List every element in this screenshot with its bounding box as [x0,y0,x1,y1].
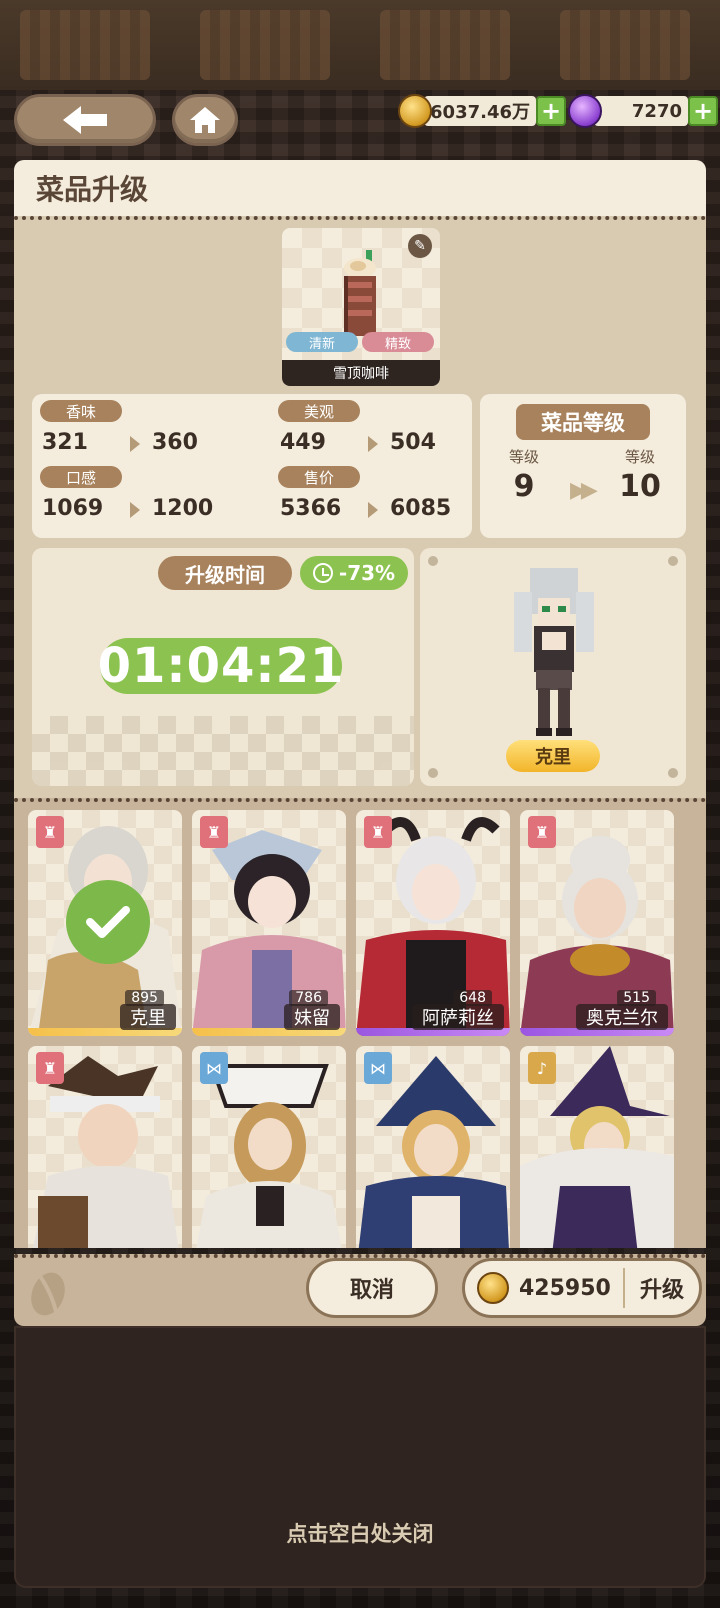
chef-card[interactable]: ♜ [28,1046,182,1248]
bowtie-icon: ⋈ [364,1052,392,1084]
stat-label: 口感 [40,466,122,488]
background-shop-stalls [0,0,720,90]
stat-to: 504 [390,430,436,455]
add-gold-button[interactable]: + [536,96,566,126]
clock-icon [312,563,333,583]
decorative-pattern [32,716,414,786]
chef-card[interactable]: ♜ 895 克里 [28,810,182,1036]
chef-name: 阿萨莉丝 [412,1004,504,1030]
stat-to: 1200 [152,496,214,521]
upgrade-button[interactable]: 425950 升级 [462,1258,702,1318]
stat-aroma: 香味 321 360 [32,394,232,464]
chef-card[interactable]: ♜ 648 阿萨莉丝 [356,810,510,1036]
gold-coin-icon [398,94,432,128]
level-label: 等级 [508,448,539,466]
back-arrow-icon [63,106,107,134]
gold-amount: 6037.46万 [424,96,536,126]
time-discount: -73% [338,561,396,585]
upgrade-time-label: 升级时间 [158,556,292,590]
dish-card[interactable]: ✎ 清新 精致 雪顶咖啡 [282,228,440,386]
stat-to: 6085 [390,496,452,521]
stat-appearance: 美观 449 504 [270,394,470,464]
arrow-right-icon [368,436,378,452]
level-current: 等级 9 [494,446,554,504]
timer-value: 01:04:21 [97,638,345,694]
gold-currency: 6037.46万 + [398,94,566,128]
chef-selection-grid: ♜ 895 克里 ♜ 786 妹留 ♜ 648 阿萨莉丝 ♜ 515 奥克兰尔 … [14,798,706,1248]
dish-level-title: 菜品等级 [516,404,650,440]
stat-label: 香味 [40,400,122,422]
empty-area[interactable] [14,1326,706,1588]
chef-name: 克里 [120,1004,176,1030]
chef-hat-icon: ♜ [36,816,64,848]
chef-card[interactable]: ♜ 786 妹留 [192,810,346,1036]
chef-hat-icon: ♜ [200,816,228,848]
close-hint[interactable]: 点击空白处关闭 [0,1518,720,1548]
chef-card[interactable]: ⋈ [192,1046,346,1248]
bowtie-icon: ⋈ [200,1052,228,1084]
chef-name: 奥克兰尔 [576,1004,668,1030]
pencil-icon[interactable]: ✎ [408,234,432,258]
arrow-right-icon [368,502,378,518]
dish-level: 菜品等级 等级 9 ▶▶ 等级 10 [480,394,686,538]
dish-tag-fresh: 清新 [286,332,358,352]
chef-card[interactable]: ♜ 515 奥克兰尔 [520,810,674,1036]
coffee-bean-icon [31,1272,65,1316]
gem-icon [568,94,602,128]
gem-amount: 7270 [594,96,688,126]
chef-card[interactable]: ♪ [520,1046,674,1248]
chef-card[interactable]: ⋈ [356,1046,510,1248]
stat-from: 321 [42,430,88,455]
stat-to: 360 [152,430,198,455]
snow-top-coffee-icon [344,250,376,336]
chef-hat-icon: ♜ [36,1052,64,1084]
upgrade-timer: 升级时间 -73% 01:04:21 [32,548,414,786]
chef-name: 妹留 [284,1004,340,1030]
home-button[interactable] [172,94,238,146]
level-label: 等级 [624,448,655,466]
double-arrow-icon: ▶▶ [570,478,598,503]
checkmark-icon [66,880,150,964]
dish-stats: 香味 321 360 美观 449 504 口感 1069 1200 售价 53… [32,394,472,538]
arrow-right-icon [130,436,140,452]
music-note-icon: ♪ [528,1052,556,1084]
stat-from: 1069 [42,496,104,521]
assigned-chef-slot[interactable]: 克里 [420,548,686,786]
pixel-chef-sprite [514,568,594,736]
stat-label: 美观 [278,400,360,422]
arrow-right-icon [130,502,140,518]
stat-taste: 口感 1069 1200 [32,460,232,530]
back-button[interactable] [14,94,156,146]
level-value: 10 [619,469,661,504]
stat-from: 449 [280,430,326,455]
stat-price: 售价 5366 6085 [270,460,470,530]
dish-tag-fine: 精致 [362,332,434,352]
home-icon [190,107,220,133]
assigned-chef-name: 克里 [506,740,600,772]
level-next: 等级 10 [610,446,670,504]
stat-from: 5366 [280,496,342,521]
upgrade-cost: 425950 [519,1275,611,1301]
add-gems-button[interactable]: + [688,96,718,126]
stat-label: 售价 [278,466,360,488]
time-discount-badge: -73% [300,556,408,590]
chef-hat-icon: ♜ [364,816,392,848]
chef-hat-icon: ♜ [528,816,556,848]
gem-currency: 7270 + [568,94,718,128]
level-value: 9 [513,469,535,504]
panel-title: 菜品升级 [14,160,706,216]
upgrade-label: 升级 [639,1278,684,1303]
gold-coin-icon [477,1272,509,1304]
cancel-button[interactable]: 取消 [306,1258,438,1318]
dish-name: 雪顶咖啡 [282,360,440,386]
